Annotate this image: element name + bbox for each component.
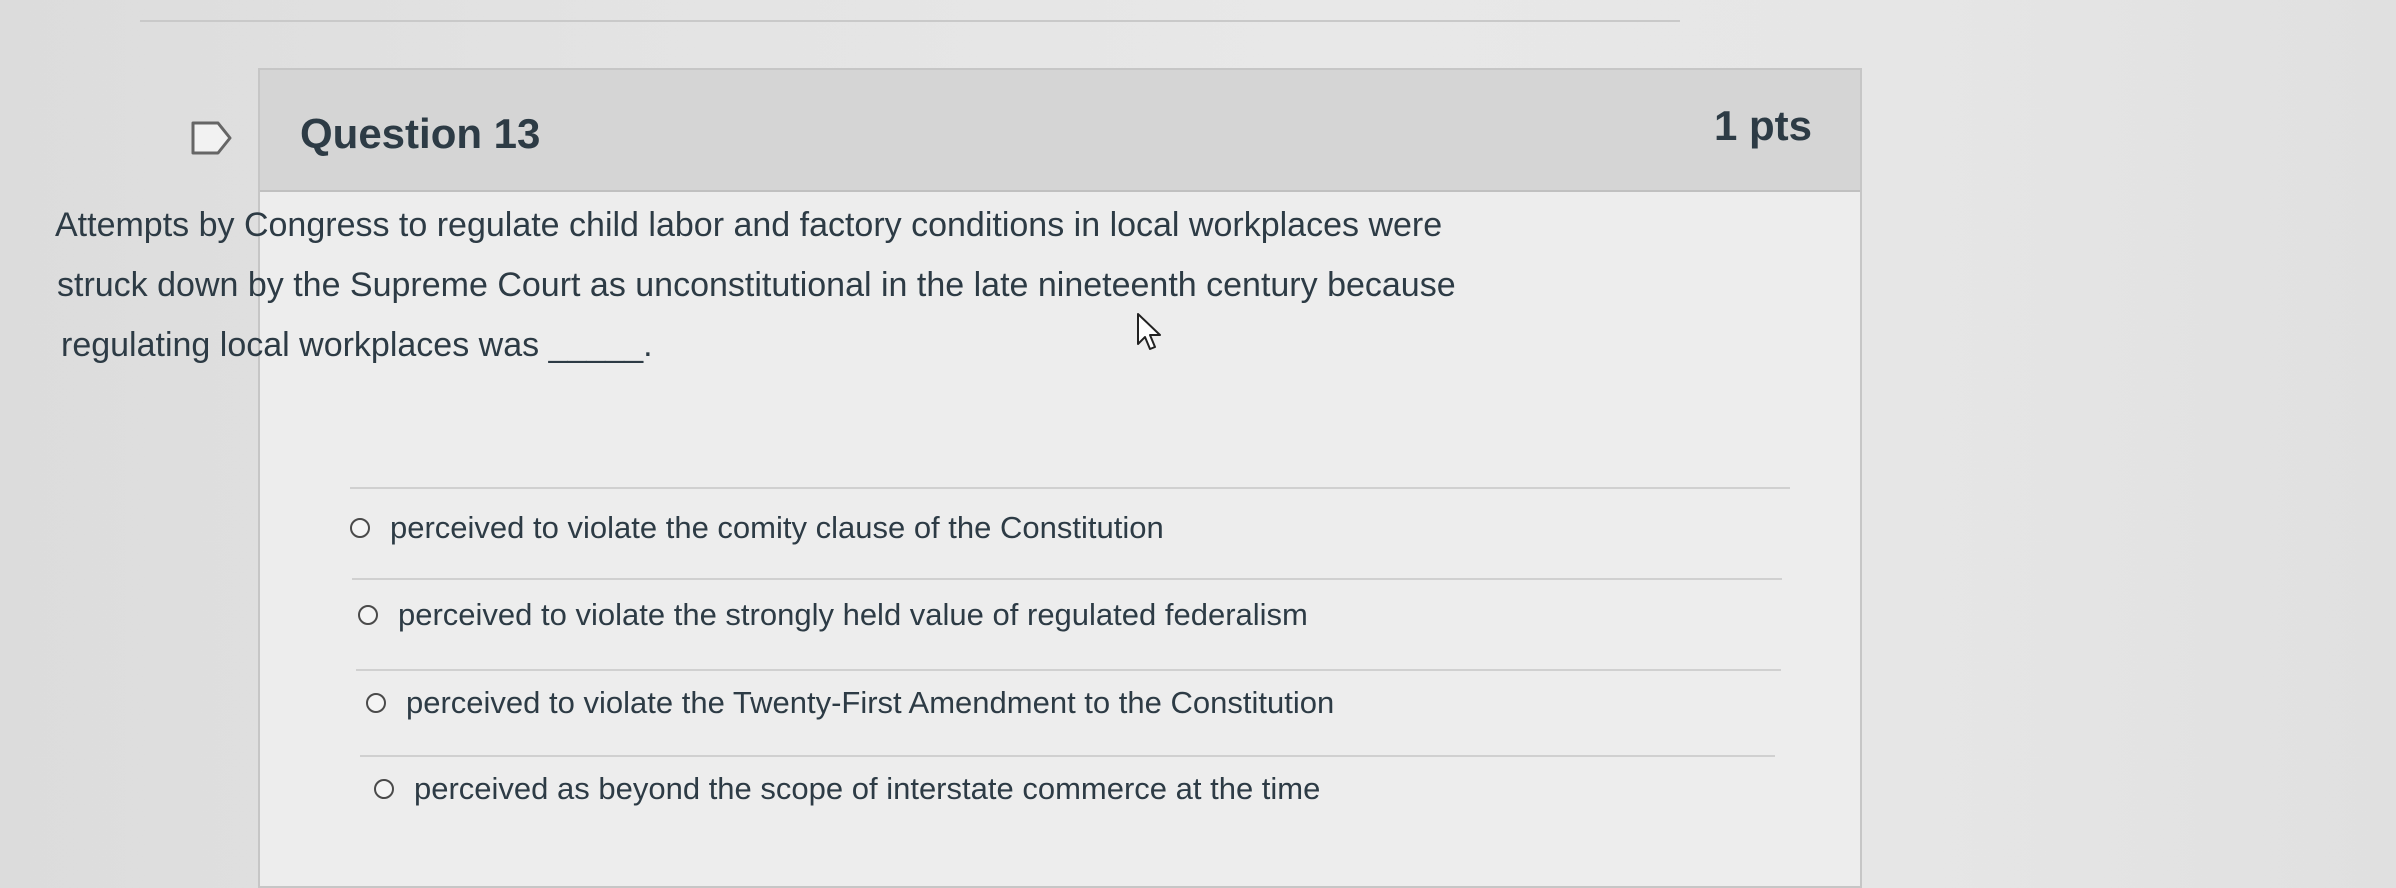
answer-divider bbox=[352, 578, 1782, 580]
flag-question-icon[interactable] bbox=[190, 120, 234, 156]
answer-label: perceived as beyond the scope of interst… bbox=[414, 771, 1321, 806]
question-text-line: struck down by the Supreme Court as unco… bbox=[57, 266, 1456, 304]
question-text: Attempts by Congress to regulate child l… bbox=[55, 195, 1615, 375]
answer-option[interactable]: perceived to violate the strongly held v… bbox=[358, 597, 1308, 633]
answer-divider bbox=[356, 669, 1781, 671]
answer-label: perceived to violate the Twenty-First Am… bbox=[406, 685, 1335, 720]
question-title: Question 13 bbox=[300, 110, 541, 157]
question-points: 1 pts bbox=[1713, 102, 1812, 149]
radio-unselected-icon[interactable] bbox=[350, 518, 370, 538]
question-header: Question 13 1 pts bbox=[260, 70, 1860, 192]
mouse-pointer-icon bbox=[1137, 313, 1161, 350]
question-text-line: regulating local workplaces was _____. bbox=[61, 326, 653, 364]
answer-divider bbox=[360, 755, 1775, 757]
question-card: Question 13 1 pts bbox=[258, 68, 1862, 888]
question-text-line: Attempts by Congress to regulate child l… bbox=[55, 206, 1443, 244]
answer-option[interactable]: perceived to violate the Twenty-First Am… bbox=[366, 685, 1334, 721]
radio-unselected-icon[interactable] bbox=[374, 779, 394, 799]
radio-unselected-icon[interactable] bbox=[358, 605, 378, 625]
answer-option[interactable]: perceived to violate the comity clause o… bbox=[350, 510, 1164, 546]
answer-divider bbox=[350, 487, 1790, 489]
radio-unselected-icon[interactable] bbox=[366, 693, 386, 713]
answer-label: perceived to violate the strongly held v… bbox=[398, 597, 1308, 632]
top-divider bbox=[140, 20, 1680, 22]
answer-label: perceived to violate the comity clause o… bbox=[390, 510, 1164, 545]
answer-option[interactable]: perceived as beyond the scope of interst… bbox=[374, 771, 1320, 807]
